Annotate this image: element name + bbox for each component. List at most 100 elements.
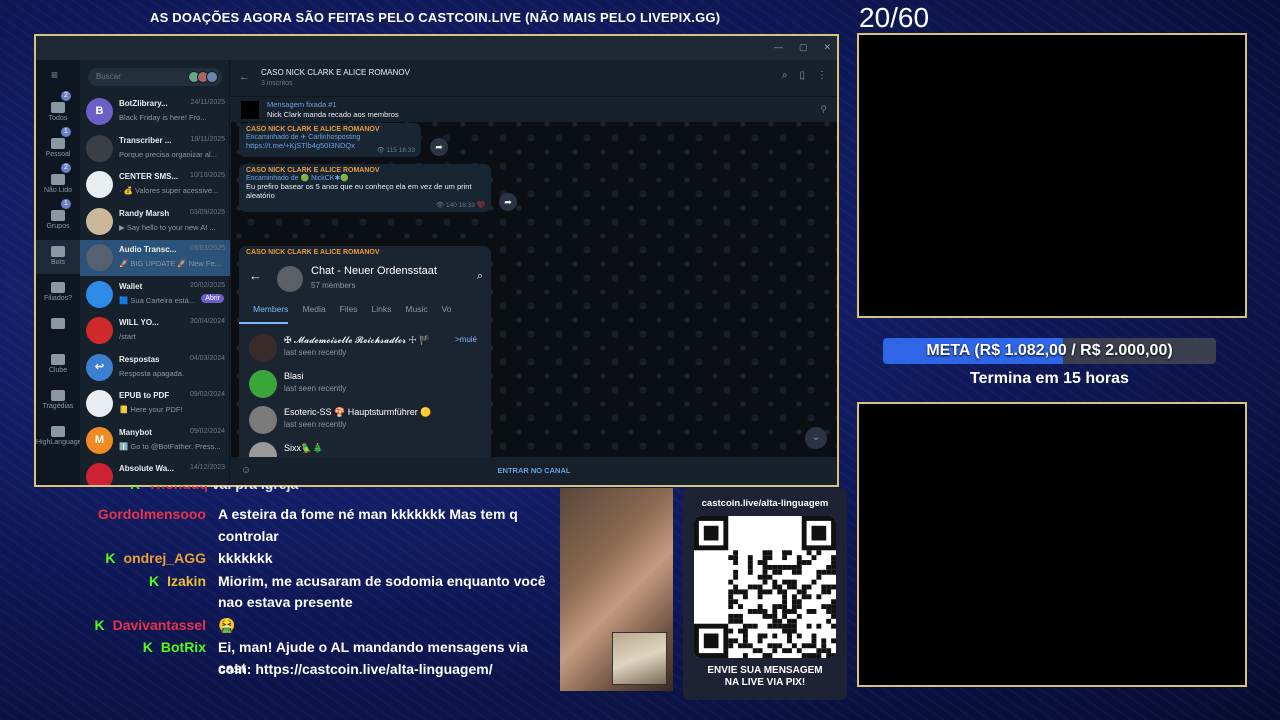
- chat-message-line: nao estava presente: [218, 594, 353, 610]
- folder-icon: [51, 354, 65, 365]
- chat-list-item[interactable]: Transcriber ... 19/11/2025 Porque precisa …: [80, 131, 230, 167]
- chat-avatar: [86, 317, 113, 344]
- chat-username: K Izakin: [148, 572, 206, 589]
- chat-date: 04/03/2024: [189, 354, 225, 362]
- chat-name: EPUB to PDF: [119, 391, 170, 400]
- qr-code: [694, 516, 836, 658]
- pinned-message[interactable]: Mensagem fixada #1 Nick Clark manda reca…: [231, 96, 837, 122]
- embedded-screenshot[interactable]: CASO NICK CLARK E ALICE ROMANOV ← Chat -…: [239, 246, 491, 485]
- rail-folder[interactable]: Tragédias: [36, 384, 80, 418]
- pinned-text: Nick Clark manda recado aos membros: [267, 110, 399, 119]
- rail-folder-label: Bots: [50, 259, 65, 266]
- member-avatar: [249, 370, 277, 398]
- chat-list-item[interactable]: M Manybot 09/02/2024 ℹ️ Go to @BotFather. P…: [80, 423, 230, 459]
- folder-icon: [51, 282, 65, 293]
- chat-list-item[interactable]: ↩ Respostas 04/03/2024 Resposta apagada.: [80, 350, 230, 386]
- message-bubble[interactable]: CASO NICK CLARK E ALICE ROMANOV Encaminh…: [239, 164, 491, 212]
- chat-preview: Porque precisa organizar al...: [119, 149, 217, 159]
- pin-list-icon[interactable]: ⚲: [820, 104, 827, 115]
- member-avatar: [249, 406, 277, 434]
- chat-avatar: B: [86, 98, 113, 125]
- embed-tabs: Members Media Files Links Music Vo: [239, 304, 491, 324]
- search-input[interactable]: Buscar: [88, 68, 222, 86]
- chat-avatar: [86, 463, 113, 485]
- chat-message-line: Miorim, me acusaram de sodomia enquanto …: [218, 572, 546, 589]
- embed-tab: Files: [339, 304, 358, 314]
- chat-list-item[interactable]: Randy Marsh 03/09/2025 ▶ Say hello to your…: [80, 204, 230, 240]
- chat-message-line: kkkkkkk: [218, 550, 273, 566]
- rail-folder[interactable]: Clube: [36, 348, 80, 382]
- search-icon[interactable]: ⌕: [782, 70, 788, 81]
- rail-folder[interactable]: 1 Pessoal: [36, 127, 80, 166]
- minimize-icon[interactable]: —: [774, 42, 783, 53]
- share-icon[interactable]: ➦: [430, 138, 448, 156]
- rail-folder[interactable]: [36, 312, 80, 346]
- pinned-thumbnail: [241, 101, 259, 119]
- open-button[interactable]: Abrir: [201, 293, 224, 303]
- sidebar-toggle-icon[interactable]: ▯: [799, 70, 805, 81]
- more-icon[interactable]: ⋮: [817, 70, 827, 81]
- rail-folder[interactable]: 2 Não Lido: [36, 163, 80, 202]
- chat-avatar: M: [86, 426, 113, 454]
- qr-url: castcoin.live/alta-linguagem: [701, 498, 829, 509]
- folder-icon: [51, 138, 65, 149]
- group-avatar: [277, 266, 303, 292]
- member-name: ✠ 𝓜𝓪𝓭𝓮𝓶𝓸𝓲𝓼𝓮𝓵𝓵𝓮 𝓡𝓮𝓲𝓬𝓱𝓼𝓪𝓭𝓵𝓮𝓻 ☩ 🏴: [284, 335, 431, 345]
- member-name: Esoteric-SS 🍄 Hauptsturmführer 🟡: [284, 407, 432, 417]
- rail-folder[interactable]: Filiados?: [36, 276, 80, 310]
- unread-badge: 1: [61, 199, 71, 209]
- chat-name: Respostas: [119, 354, 160, 364]
- chat-list-item[interactable]: Audio Transc... 03/03/2025 🚀 BIG UPDATE 🚀 …: [80, 240, 230, 276]
- chat-avatar: [86, 134, 113, 162]
- chat-date: 20/02/2025: [189, 281, 225, 289]
- rail-folder[interactable]: Bots: [36, 240, 80, 274]
- picture-in-picture-photo: [612, 632, 667, 685]
- menu-icon[interactable]: ≡: [51, 68, 58, 82]
- scroll-down-button[interactable]: ⌄: [805, 427, 827, 449]
- channel-header[interactable]: ← CASO NICK CLARK E ALICE ROMANOV 3 insc…: [231, 60, 837, 96]
- member-row: Blasi last seen recently: [239, 366, 491, 402]
- rail-folder[interactable]: 2 Todos: [36, 91, 80, 130]
- join-channel-button[interactable]: ENTRAR NO CANAL: [498, 466, 571, 475]
- chat-preview: Resposta apagada.: [119, 368, 185, 378]
- share-icon[interactable]: ➦: [499, 193, 517, 211]
- rail-folder[interactable]: 1 Grupos: [36, 199, 80, 238]
- folder-icon: [51, 210, 65, 221]
- folder-icon: [51, 318, 65, 329]
- back-arrow-icon[interactable]: ←: [239, 71, 250, 83]
- close-icon[interactable]: ✕: [823, 42, 831, 53]
- chat-name: Absolute Wa...: [119, 464, 174, 473]
- rail-folder-label: Filiados?: [43, 295, 72, 302]
- chat-date: 19/11/2025: [190, 135, 225, 143]
- pinned-title: Mensagem fixada #1: [267, 100, 337, 109]
- emoji-icon[interactable]: ☺: [241, 457, 251, 485]
- message-bubble[interactable]: CASO NICK CLARK E ALICE ROMANOV Encaminh…: [239, 123, 421, 157]
- chat-list: Buscar B BotZlibrary... 24/11/2025 Black Fr…: [80, 60, 230, 485]
- rail-folder-label: Não Lido: [43, 187, 73, 194]
- rail-folder[interactable]: HighLanguage: [36, 420, 82, 454]
- chat-preview: · 💰 Valores super acessive...: [119, 186, 219, 195]
- stream-chat: KThonduq vai pra igreja A esteira da fom…: [90, 486, 550, 686]
- join-channel-bar[interactable]: ☺ ENTRAR NO CANAL: [231, 457, 837, 485]
- message-channel-name: CASO NICK CLARK E ALICE ROMANOV: [246, 249, 380, 256]
- message-text: aleatório: [246, 191, 275, 200]
- chat-list-item[interactable]: Wallet 20/02/2025 🟦 Sua Carteira está... Ab…: [80, 277, 230, 313]
- chat-list-item[interactable]: B BotZlibrary... 24/11/2025 Black Friday is…: [80, 94, 230, 130]
- donation-banner: AS DOAÇÕES AGORA SÃO FEITAS PELO CASTCOI…: [150, 10, 721, 25]
- goal-timer: Termina em 15 horas: [970, 370, 1129, 387]
- chat-avatar: ↩: [86, 353, 113, 381]
- chat-message-line: coin: https://castcoin.live/alta-linguag…: [218, 660, 493, 677]
- chat-list-item[interactable]: Absolute Wa... 14/12/2023: [80, 459, 230, 485]
- maximize-icon[interactable]: ▢: [799, 42, 808, 53]
- chat-list-item[interactable]: WILL YO... 30/04/2024/start: [80, 313, 230, 349]
- goal-progress-bar: META (R$ 1.082,00 / R$ 2.000,00): [883, 338, 1216, 364]
- embed-tab: Links: [371, 304, 392, 314]
- chat-name: Randy Marsh: [119, 208, 170, 218]
- member-row: ✠ 𝓜𝓪𝓭𝓮𝓶𝓸𝓲𝓼𝓮𝓵𝓵𝓮 𝓡𝓮𝓲𝓬𝓱𝓼𝓪𝓭𝓵𝓮𝓻 ☩ 🏴 last seen …: [239, 330, 491, 366]
- story-avatars[interactable]: [188, 71, 218, 83]
- donation-qr-panel: castcoin.live/alta-linguagem ENVIE SUA M…: [683, 488, 847, 700]
- member-status: last seen recently: [284, 420, 347, 429]
- chat-list-item[interactable]: EPUB to PDF 09/02/2024 📒 Here your PDF!: [80, 386, 230, 422]
- rail-folder-label: HighLanguage: [36, 439, 82, 446]
- chat-list-item[interactable]: CENTER SMS... 10/10/2025 · 💰 Valores super…: [80, 167, 230, 203]
